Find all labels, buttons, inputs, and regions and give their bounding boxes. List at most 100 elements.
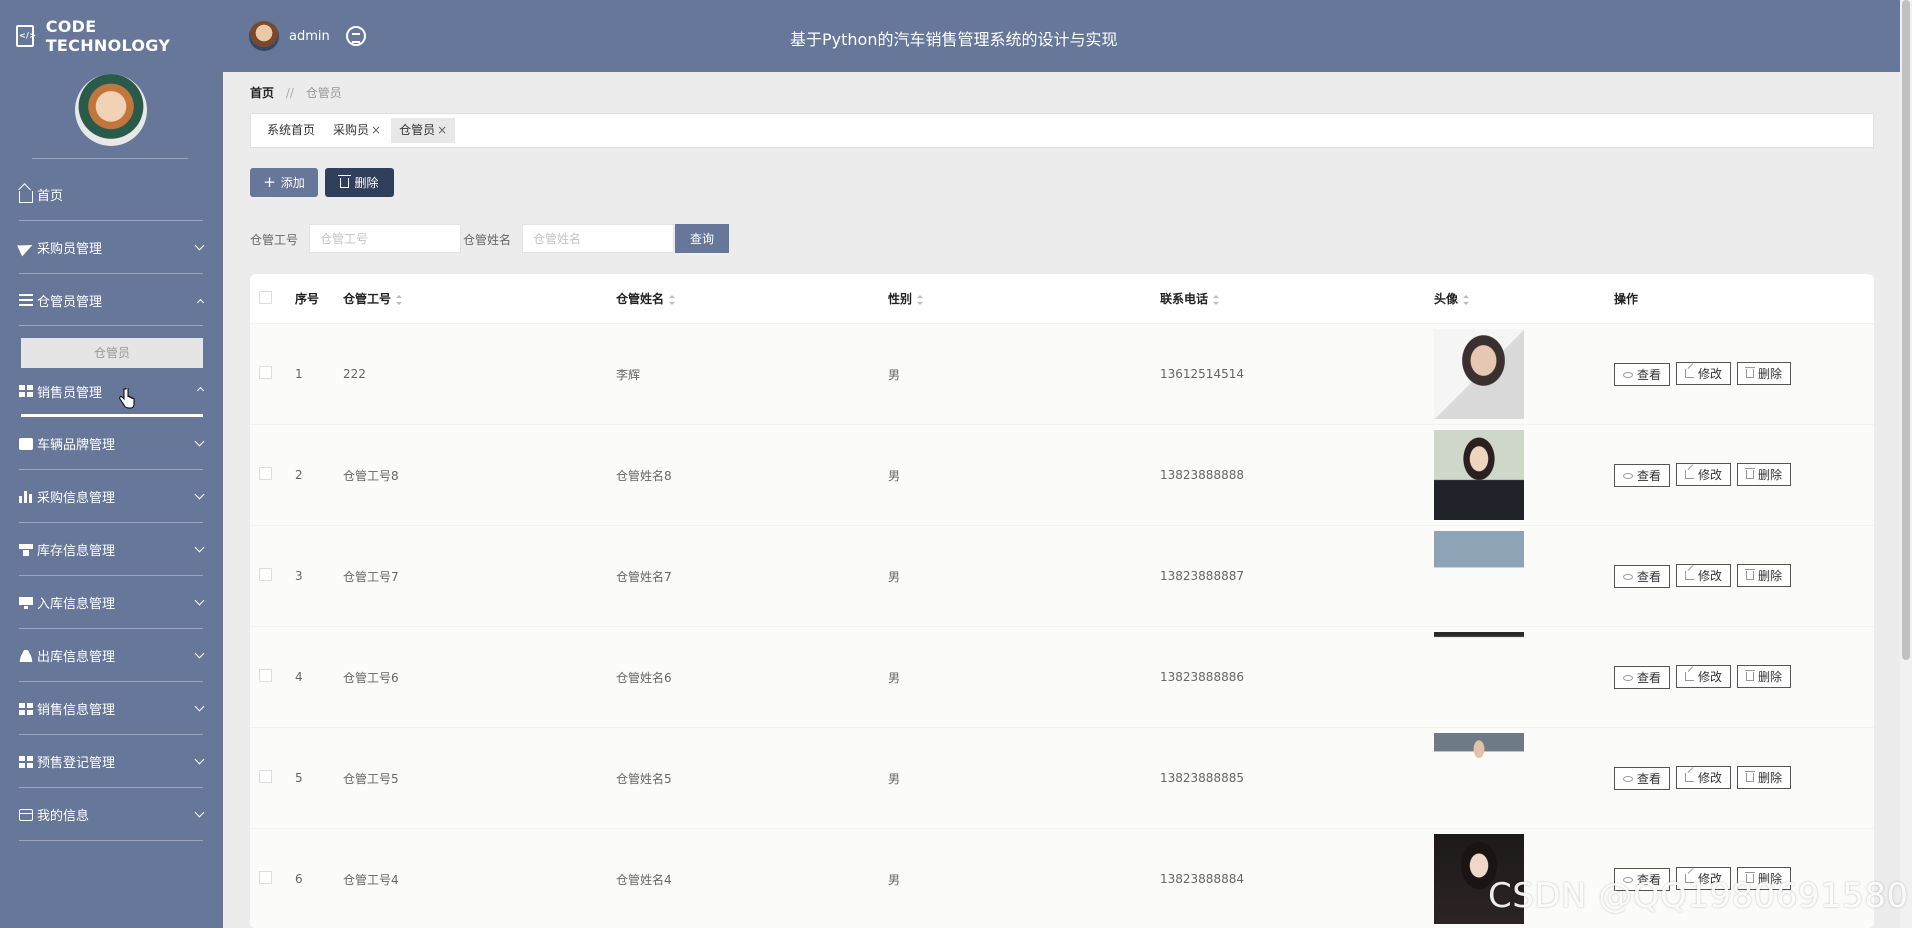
header-tel[interactable]: 联系电话 [1154, 290, 1426, 307]
home-icon [19, 190, 33, 203]
chevron-down-icon [194, 595, 205, 606]
edit-icon [1685, 570, 1695, 580]
sidebar-item-warehouse-keeper[interactable]: 仓管员管理 [0, 274, 223, 326]
avatar[interactable] [249, 21, 279, 51]
avatar-photo[interactable] [1434, 430, 1524, 520]
sidebar-item-purchase-info[interactable]: 采购信息管理 [0, 470, 223, 523]
sort-icon[interactable] [1463, 294, 1470, 305]
edit-button[interactable]: 修改 [1676, 765, 1732, 789]
id-card-icon [19, 808, 33, 821]
delete-row-button[interactable]: 删除 [1737, 563, 1792, 587]
username[interactable]: admin [289, 29, 330, 44]
delete-row-button[interactable]: 删除 [1737, 361, 1792, 385]
edit-label: 修改 [1698, 669, 1723, 684]
edit-button[interactable]: 修改 [1676, 361, 1732, 385]
tab-warehouse-keeper[interactable]: 仓管员 × [391, 118, 456, 143]
row-checkbox[interactable] [259, 669, 272, 682]
cell-tel: 13612514514 [1160, 367, 1244, 381]
view-button[interactable]: 查看 [1614, 464, 1671, 488]
sort-icon[interactable] [917, 294, 924, 305]
chevron-down-icon [194, 436, 205, 447]
page-scrollbar[interactable] [1900, 0, 1912, 928]
header-img[interactable]: 头像 [1426, 290, 1606, 307]
header-name[interactable]: 仓管姓名 [610, 290, 882, 307]
sidebar-item-inventory-info[interactable]: 库存信息管理 [0, 523, 223, 576]
select-all-checkbox[interactable] [259, 290, 272, 304]
row-checkbox[interactable] [259, 366, 272, 379]
query-button[interactable]: 查询 [675, 224, 729, 253]
header-id[interactable]: 仓管工号 [338, 290, 610, 307]
row-checkbox[interactable] [259, 568, 272, 581]
avatar-photo[interactable] [1434, 329, 1524, 419]
switch-theme-icon[interactable] [345, 26, 366, 46]
add-button[interactable]: + 添加 [250, 168, 318, 197]
list-icon [19, 294, 33, 306]
view-label: 查看 [1637, 772, 1662, 787]
edit-label: 修改 [1698, 770, 1723, 785]
header-sex[interactable]: 性别 [882, 290, 1154, 307]
edit-button[interactable]: 修改 [1676, 462, 1732, 486]
close-icon[interactable]: × [437, 123, 447, 137]
delete-row-button[interactable]: 删除 [1737, 664, 1792, 688]
tab-system-home[interactable]: 系统首页 [259, 118, 323, 143]
chevron-down-icon [194, 648, 205, 659]
trash-icon [1745, 770, 1756, 782]
edit-button[interactable]: 修改 [1676, 664, 1732, 688]
breadcrumb-home[interactable]: 首页 [250, 86, 274, 100]
scrollbar-thumb[interactable] [1902, 0, 1910, 660]
warehouse-name-input[interactable] [522, 224, 674, 253]
cell-tel: 13823888885 [1160, 771, 1244, 785]
sidebar-item-salesperson[interactable]: 销售员管理 [0, 376, 223, 406]
tab-purchaser[interactable]: 采购员 × [325, 118, 389, 143]
delete-button-label: 删除 [354, 176, 379, 190]
sidebar-menu: 首页 采购员管理 仓管员管理 仓管员 销售员管理 车辆品牌管理 采购信息管理 库… [0, 168, 223, 841]
view-button[interactable]: 查看 [1614, 565, 1671, 589]
cell-no: 1 [295, 367, 303, 381]
avatar-photo[interactable] [1434, 531, 1524, 621]
header-id-label: 仓管工号 [343, 292, 392, 306]
sidebar-item-sales-info[interactable]: 销售信息管理 [0, 682, 223, 735]
delete-row-button[interactable]: 删除 [1737, 765, 1792, 789]
cell-id: 仓管工号8 [343, 468, 399, 483]
sidebar-item-label: 仓管员管理 [37, 294, 103, 310]
avatar-photo[interactable] [1434, 632, 1524, 722]
cell-name: 仓管姓名8 [616, 468, 672, 483]
delete-button[interactable]: 删除 [325, 168, 394, 197]
sidebar-item-stock-in-info[interactable]: 入库信息管理 [0, 576, 223, 629]
cell-id: 仓管工号4 [343, 872, 399, 887]
view-button[interactable]: 查看 [1614, 767, 1671, 791]
sidebar-item-presale-registration[interactable]: 预售登记管理 [0, 735, 223, 788]
avatar-photo[interactable] [1434, 733, 1524, 823]
header-no: 序号 [295, 292, 320, 306]
divider [32, 158, 188, 159]
sort-icon[interactable] [396, 294, 403, 305]
sidebar-item-my-info[interactable]: 我的信息 [0, 788, 223, 841]
user-menu[interactable]: admin [223, 21, 366, 51]
view-button[interactable]: 查看 [1614, 666, 1671, 690]
sort-icon[interactable] [669, 294, 676, 305]
row-checkbox[interactable] [259, 770, 272, 783]
trash-icon [338, 174, 352, 188]
submenu-item-warehouse-keeper[interactable]: 仓管员 [21, 338, 203, 368]
delete-row-button[interactable]: 删除 [1737, 462, 1792, 486]
sort-icon[interactable] [1213, 294, 1220, 305]
close-icon[interactable]: × [371, 123, 381, 137]
edit-button[interactable]: 修改 [1676, 563, 1732, 587]
chevron-up-icon [196, 386, 205, 395]
row-checkbox[interactable] [259, 871, 272, 884]
cell-sex: 男 [888, 872, 901, 887]
warehouse-id-input[interactable] [309, 224, 461, 253]
brand-name: CODE TECHNOLOGY [45, 17, 171, 55]
row-checkbox[interactable] [259, 467, 272, 480]
sidebar-item-label: 车辆品牌管理 [37, 438, 116, 453]
sidebar-item-label: 销售信息管理 [37, 703, 116, 718]
sidebar-item-purchaser[interactable]: 采购员管理 [0, 221, 223, 274]
sidebar-item-vehicle-brand[interactable]: 车辆品牌管理 [0, 417, 223, 470]
sidebar-item-home[interactable]: 首页 [0, 168, 223, 221]
cell-no: 4 [295, 670, 303, 684]
cell-sex: 男 [888, 569, 901, 584]
sidebar-item-stock-out-info[interactable]: 出库信息管理 [0, 629, 223, 682]
sidebar-item-label: 销售员管理 [37, 385, 103, 401]
view-button[interactable]: 查看 [1614, 363, 1671, 387]
header-sex-label: 性别 [888, 292, 913, 306]
